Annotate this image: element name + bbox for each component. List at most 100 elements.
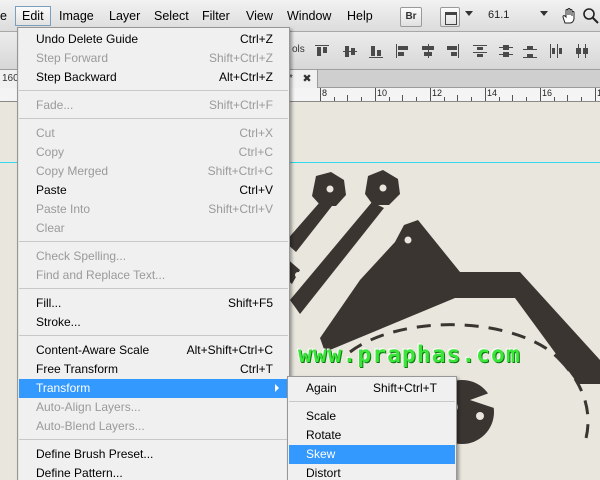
menu-select[interactable]: Select — [148, 6, 195, 26]
menu-item-label: Fill... — [36, 296, 62, 310]
submenu-arrow-icon — [275, 384, 279, 392]
menu-item-label: Skew — [306, 447, 336, 461]
menu-item-fade[interactable]: Fade... Shift+Ctrl+F — [19, 96, 288, 115]
menu-item-copy[interactable]: Copy Ctrl+C — [19, 143, 288, 162]
menu-item-label: Cut — [36, 126, 55, 140]
menu-item-label: Step Backward — [36, 70, 117, 84]
ruler-tick — [595, 88, 596, 101]
menu-item-label: Copy — [36, 145, 65, 159]
ruler-minor-tick — [347, 95, 348, 101]
menu-item-shortcut: Ctrl+C — [238, 145, 273, 159]
submenu-item-again[interactable]: Again Shift+Ctrl+T — [289, 379, 455, 398]
menu-item-shortcut: Shift+Ctrl+T — [372, 381, 437, 395]
menu-item-label: Transform — [36, 381, 91, 395]
options-label-fragment: ols — [292, 44, 305, 55]
menu-window[interactable]: Window — [281, 6, 337, 26]
bridge-button[interactable]: Br — [400, 7, 422, 27]
menu-item-label: Check Spelling... — [36, 249, 127, 263]
close-icon[interactable]: ✖ — [300, 70, 314, 88]
menu-item-label: Find and Replace Text... — [36, 268, 166, 282]
menu-item-label: Paste — [36, 183, 67, 197]
align-top-icon[interactable] — [314, 43, 330, 59]
menu-item-find-replace[interactable]: Find and Replace Text... — [19, 266, 288, 285]
menu-item-copy-merged[interactable]: Copy Merged Shift+Ctrl+C — [19, 162, 288, 181]
chevron-down-icon[interactable] — [540, 11, 548, 16]
menu-image[interactable]: Image — [53, 6, 100, 26]
chevron-down-icon[interactable] — [465, 11, 473, 16]
distribute-bottom-icon[interactable] — [522, 43, 538, 59]
ruler-tick — [375, 88, 376, 101]
menu-item-label: Undo Delete Guide — [36, 32, 139, 46]
ruler-minor-tick — [512, 95, 513, 101]
menu-help[interactable]: Help — [341, 6, 379, 26]
distribute-left-icon[interactable] — [548, 43, 564, 59]
menu-edit[interactable]: Edit — [15, 6, 51, 26]
menu-item-label: Define Brush Preset... — [36, 447, 154, 461]
ruler-minor-tick — [581, 97, 582, 101]
menu-view[interactable]: View — [240, 6, 279, 26]
menu-item-check-spelling[interactable]: Check Spelling... — [19, 247, 288, 266]
align-horizontal-center-icon[interactable] — [420, 43, 436, 59]
submenu-item-skew[interactable]: Skew — [289, 445, 455, 464]
menu-item-label: Free Transform — [36, 362, 119, 376]
menu-item-paste-into[interactable]: Paste Into Shift+Ctrl+V — [19, 200, 288, 219]
ruler-minor-tick — [402, 95, 403, 101]
ruler-minor-tick — [416, 97, 417, 101]
menu-item-free-transform[interactable]: Free Transform Ctrl+T — [19, 360, 288, 379]
menu-file[interactable]: e — [0, 6, 13, 26]
ruler-minor-tick — [526, 97, 527, 101]
menu-item-label: Stroke... — [36, 315, 81, 329]
menu-item-shortcut: Ctrl+V — [239, 183, 273, 197]
menu-item-shortcut: Shift+Ctrl+F — [208, 98, 273, 112]
submenu-item-scale[interactable]: Scale — [289, 407, 455, 426]
ruler-minor-tick — [499, 97, 500, 101]
menu-item-define-brush[interactable]: Define Brush Preset... — [19, 445, 288, 464]
edit-menu: Undo Delete Guide Ctrl+Z Step Forward Shif… — [17, 27, 290, 480]
menu-item-label: Clear — [36, 221, 65, 235]
ruler-label: 8 — [322, 88, 328, 98]
align-bottom-icon[interactable] — [368, 43, 384, 59]
submenu-item-rotate[interactable]: Rotate — [289, 426, 455, 445]
submenu-item-distort[interactable]: Distort — [289, 464, 455, 480]
align-vertical-center-icon[interactable] — [342, 43, 358, 59]
menu-item-shortcut: Alt+Shift+Ctrl+C — [186, 343, 273, 357]
ruler-minor-tick — [389, 97, 390, 101]
align-right-icon[interactable] — [444, 43, 460, 59]
menu-item-fill[interactable]: Fill... Shift+F5 — [19, 294, 288, 313]
ruler-tick — [320, 88, 321, 101]
menu-item-step-backward[interactable]: Step Backward Alt+Ctrl+Z — [19, 68, 288, 87]
distribute-top-icon[interactable] — [472, 43, 488, 59]
menu-item-label: Paste Into — [36, 202, 91, 216]
menu-item-label: Auto-Blend Layers... — [36, 419, 145, 433]
menu-item-define-pattern[interactable]: Define Pattern... — [19, 464, 288, 480]
distribute-horizontal-center-icon[interactable] — [574, 43, 590, 59]
menu-item-step-forward[interactable]: Step Forward Shift+Ctrl+Z — [19, 49, 288, 68]
menu-item-stroke[interactable]: Stroke... — [19, 313, 288, 332]
menu-separator — [19, 118, 288, 119]
menu-item-clear[interactable]: Clear — [19, 219, 288, 238]
menu-item-shortcut: Ctrl+Z — [240, 32, 273, 46]
distribute-vertical-center-icon[interactable] — [498, 43, 514, 59]
menu-item-paste[interactable]: Paste Ctrl+V — [19, 181, 288, 200]
menu-item-auto-align[interactable]: Auto-Align Layers... — [19, 398, 288, 417]
menu-item-shortcut: Ctrl+T — [240, 362, 273, 376]
menu-item-content-aware-scale[interactable]: Content-Aware Scale Alt+Shift+Ctrl+C — [19, 341, 288, 360]
view-extras-button[interactable] — [440, 7, 460, 27]
menu-layer[interactable]: Layer — [103, 6, 146, 26]
zoom-level[interactable]: 61.1 — [488, 9, 528, 21]
hand-icon[interactable] — [560, 7, 578, 30]
menu-item-shortcut: Ctrl+X — [239, 126, 273, 140]
menu-item-auto-blend[interactable]: Auto-Blend Layers... — [19, 417, 288, 436]
align-left-icon[interactable] — [394, 43, 410, 59]
menu-item-undo[interactable]: Undo Delete Guide Ctrl+Z — [19, 30, 288, 49]
ruler-minor-tick — [554, 97, 555, 101]
ruler-tick — [485, 88, 486, 101]
menu-item-label: Copy Merged — [36, 164, 109, 178]
ruler-tick — [430, 88, 431, 101]
menu-separator — [19, 288, 288, 289]
menu-item-transform[interactable]: Transform — [19, 379, 288, 398]
menu-separator — [19, 241, 288, 242]
menu-filter[interactable]: Filter — [196, 6, 236, 26]
zoom-icon[interactable] — [582, 7, 600, 30]
menu-item-cut[interactable]: Cut Ctrl+X — [19, 124, 288, 143]
